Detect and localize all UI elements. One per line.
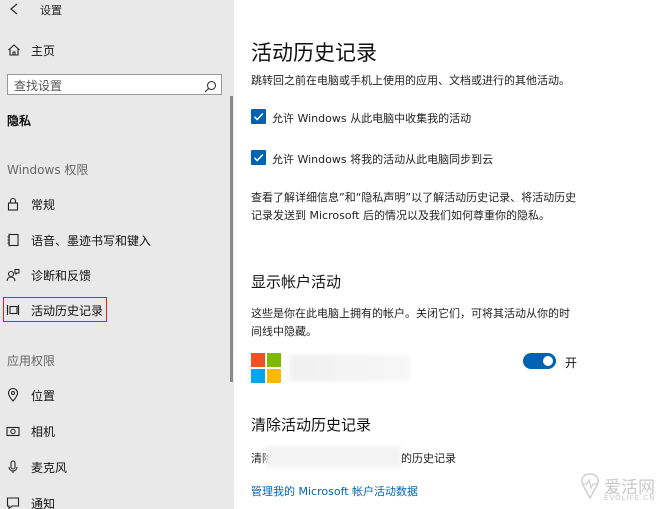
accounts-section-title: 显示帐户活动 bbox=[251, 273, 342, 291]
search-placeholder: 查找设置 bbox=[14, 79, 63, 93]
accounts-description-line: 这些是你在此电脑上拥有的帐户。关闭它们，可将其活动从你的时 bbox=[251, 307, 570, 320]
highlight-box bbox=[3, 297, 107, 322]
account-name-redacted bbox=[290, 355, 410, 381]
collect-activity-checkbox[interactable] bbox=[251, 109, 266, 124]
accounts-description-line: 间线中隐藏。 bbox=[251, 325, 317, 338]
notebook-icon bbox=[6, 232, 20, 247]
sidebar-item-label: 常规 bbox=[31, 198, 56, 212]
sidebar-item-label: 通知 bbox=[31, 497, 56, 509]
checkbox-label: 允许 Windows 将我的活动从此电脑同步到云 bbox=[272, 153, 494, 166]
main-content: 活动历史记录 跳转回之前在电脑或手机上使用的应用、文档或进行的其他活动。 允许 … bbox=[234, 0, 666, 509]
clear-text-suffix: 的历史记录 bbox=[401, 452, 456, 465]
home-icon bbox=[7, 42, 21, 56]
sidebar-item-speech[interactable]: 语音、墨迹书写和键入 bbox=[0, 227, 230, 253]
section-title: 隐私 bbox=[7, 114, 32, 128]
sidebar-item-home[interactable]: 主页 bbox=[0, 38, 234, 62]
group-header-windows: Windows 权限 bbox=[7, 163, 89, 177]
sidebar-item-label: 位置 bbox=[31, 389, 56, 403]
sidebar-item-label: 诊断和反馈 bbox=[31, 269, 92, 283]
toggle-state-label: 开 bbox=[565, 356, 578, 370]
privacy-info-text: 查看了解详细信息”和“隐私声明”以了解活动历史记录、将活动历史 记录发送到 Mi… bbox=[251, 189, 611, 225]
back-arrow-icon[interactable] bbox=[6, 1, 22, 17]
checkbox-label: 允许 Windows 从此电脑中收集我的活动 bbox=[272, 112, 472, 125]
sidebar-item-label: 相机 bbox=[31, 425, 56, 439]
sidebar-item-diagnostics[interactable]: 诊断和反馈 bbox=[0, 262, 230, 288]
sidebar-item-label: 语音、墨迹书写和键入 bbox=[31, 234, 152, 248]
page-title: 活动历史记录 bbox=[251, 41, 377, 65]
search-icon[interactable] bbox=[204, 78, 217, 93]
window-title: 设置 bbox=[40, 4, 62, 17]
clear-section-title: 清除活动历史记录 bbox=[251, 416, 372, 434]
sidebar-item-microphone[interactable]: 麦克风 bbox=[0, 454, 230, 480]
lock-icon bbox=[6, 196, 20, 211]
sidebar-scrollbar[interactable] bbox=[230, 96, 233, 382]
clear-button-redacted[interactable] bbox=[266, 446, 401, 468]
privacy-info-line: 记录发送到 Microsoft 后的情况以及我们如何尊重你的隐私。 bbox=[251, 209, 551, 222]
microphone-icon bbox=[6, 459, 20, 473]
sidebar-item-location[interactable]: 位置 bbox=[0, 382, 230, 408]
page-description: 跳转回之前在电脑或手机上使用的应用、文档或进行的其他活动。 bbox=[251, 74, 570, 87]
camera-icon bbox=[6, 423, 20, 437]
search-input[interactable]: 查找设置 bbox=[7, 74, 222, 95]
sidebar-item-camera[interactable]: 相机 bbox=[0, 418, 230, 444]
group-header-app: 应用权限 bbox=[7, 354, 56, 368]
location-icon bbox=[6, 387, 20, 402]
sidebar-item-label: 麦克风 bbox=[31, 461, 68, 475]
privacy-info-line: 查看了解详细信息”和“隐私声明”以了解活动历史记录、将活动历史 bbox=[251, 191, 577, 204]
watermark-logo-icon bbox=[578, 472, 602, 504]
sidebar-item-label: 主页 bbox=[31, 44, 56, 58]
person-feedback-icon bbox=[6, 267, 20, 282]
toggle-knob bbox=[543, 356, 553, 366]
manage-account-activity-link[interactable]: 管理我的 Microsoft 帐户活动数据 bbox=[251, 483, 418, 499]
sync-activity-checkbox[interactable] bbox=[251, 150, 266, 165]
chat-icon bbox=[6, 495, 20, 509]
microsoft-logo-icon bbox=[251, 353, 281, 383]
watermark-subtext: EVOLIFE.CN bbox=[604, 494, 656, 502]
sidebar-item-general[interactable]: 常规 bbox=[0, 191, 230, 217]
account-activity-toggle[interactable] bbox=[523, 353, 556, 369]
sidebar-item-notifications[interactable]: 通知 bbox=[0, 490, 230, 509]
sidebar: 设置 主页 查找设置 隐私 Windows 权限 常规 语音、墨迹书写和键入 诊… bbox=[0, 0, 234, 509]
accounts-description: 这些是你在此电脑上拥有的帐户。关闭它们，可将其活动从你的时 间线中隐藏。 bbox=[251, 305, 611, 341]
